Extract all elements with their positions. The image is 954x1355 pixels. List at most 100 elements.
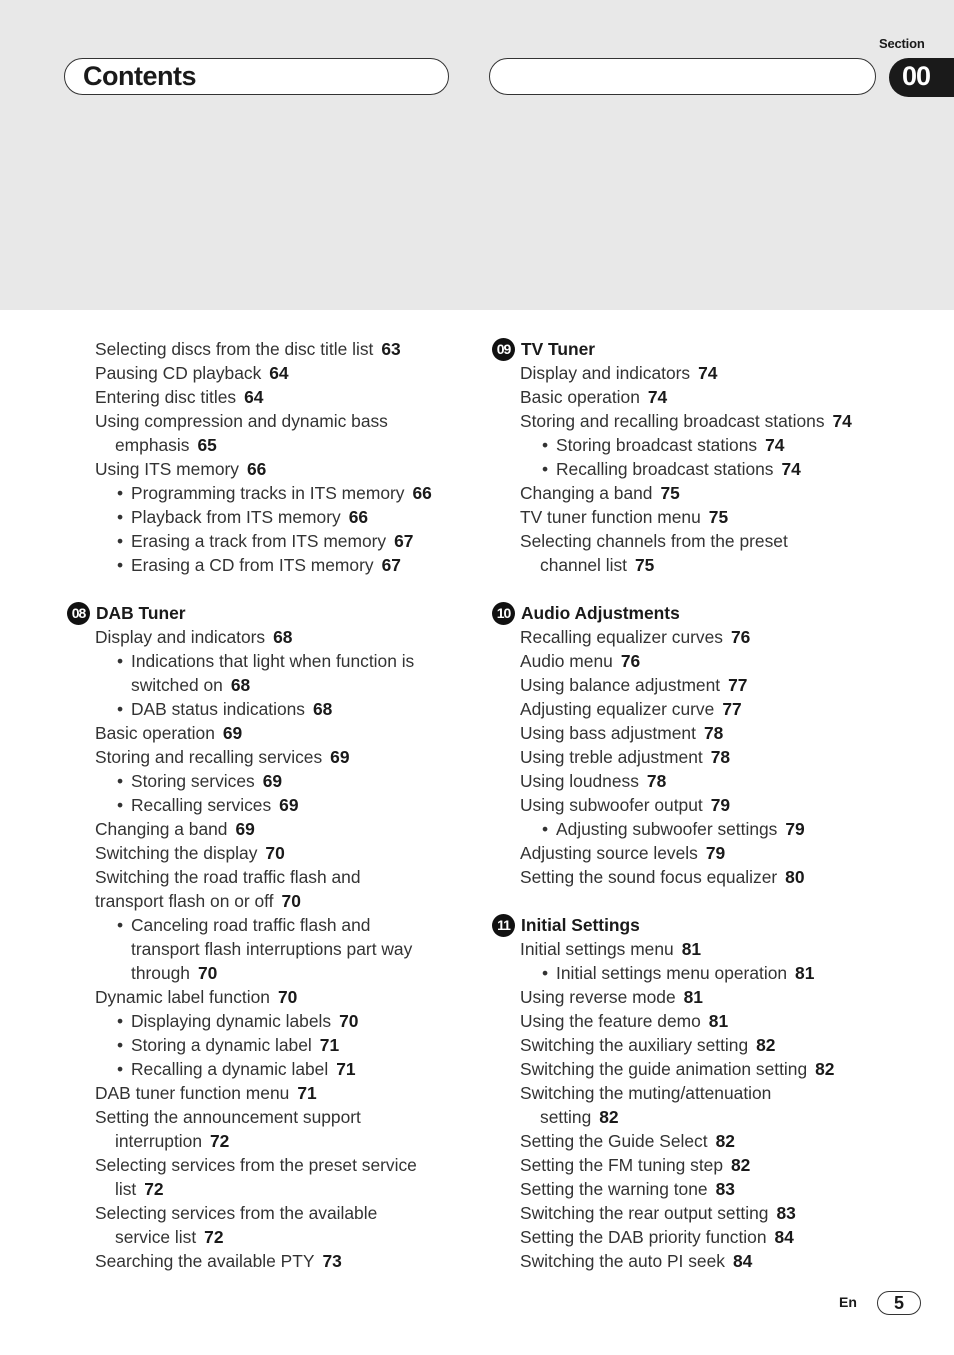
page-reference[interactable]: 76	[621, 651, 640, 671]
toc-entry[interactable]: TV tuner function menu 75	[492, 505, 892, 529]
toc-subentry[interactable]: • Storing broadcast stations 74	[492, 433, 892, 457]
page-reference[interactable]: 69	[263, 771, 282, 791]
toc-subentry[interactable]: • Erasing a track from ITS memory 67	[67, 529, 457, 553]
toc-entry-continuation[interactable]: service list 72	[67, 1225, 457, 1249]
page-reference[interactable]: 73	[322, 1251, 341, 1271]
toc-entry[interactable]: Using loudness 78	[492, 769, 892, 793]
page-reference[interactable]: 82	[731, 1155, 750, 1175]
page-reference[interactable]: 67	[394, 531, 413, 551]
page-reference[interactable]: 81	[682, 939, 701, 959]
toc-subentry[interactable]: • Recalling services 69	[67, 793, 457, 817]
page-reference[interactable]: 69	[235, 819, 254, 839]
toc-subentry[interactable]: • Erasing a CD from ITS memory 67	[67, 553, 457, 577]
toc-entry[interactable]: Switching the display 70	[67, 841, 457, 865]
toc-entry[interactable]: transport flash on or off 70	[67, 889, 457, 913]
page-reference[interactable]: 74	[765, 435, 784, 455]
page-reference[interactable]: 78	[711, 747, 730, 767]
page-reference[interactable]: 65	[197, 435, 216, 455]
page-reference[interactable]: 72	[210, 1131, 229, 1151]
toc-entry[interactable]: Audio menu 76	[492, 649, 892, 673]
toc-entry[interactable]: Adjusting equalizer curve 77	[492, 697, 892, 721]
page-reference[interactable]: 70	[339, 1011, 358, 1031]
chapter-heading[interactable]: 09 TV Tuner	[492, 337, 892, 361]
page-reference[interactable]: 79	[706, 843, 725, 863]
page-reference[interactable]: 78	[704, 723, 723, 743]
toc-entry[interactable]: Switching the auxiliary setting 82	[492, 1033, 892, 1057]
toc-entry-continuation[interactable]: switched on 68	[67, 673, 457, 697]
page-reference[interactable]: 63	[381, 339, 400, 359]
page-reference[interactable]: 82	[716, 1131, 735, 1151]
toc-entry[interactable]: Storing and recalling services 69	[67, 745, 457, 769]
toc-entry[interactable]: Searching the available PTY 73	[67, 1249, 457, 1273]
page-reference[interactable]: 66	[247, 459, 266, 479]
page-reference[interactable]: 71	[336, 1059, 355, 1079]
toc-entry[interactable]: Recalling equalizer curves 76	[492, 625, 892, 649]
toc-entry[interactable]: Selecting channels from the preset	[492, 529, 892, 553]
toc-entry[interactable]: Using treble adjustment 78	[492, 745, 892, 769]
toc-entry[interactable]: Setting the announcement support	[67, 1105, 457, 1129]
toc-entry[interactable]: Switching the guide animation setting 82	[492, 1057, 892, 1081]
page-reference[interactable]: 64	[269, 363, 288, 383]
toc-entry-continuation[interactable]: setting 82	[492, 1105, 892, 1129]
page-reference[interactable]: 64	[244, 387, 263, 407]
page-reference[interactable]: 69	[330, 747, 349, 767]
toc-subentry[interactable]: • Storing a dynamic label 71	[67, 1033, 457, 1057]
toc-subentry[interactable]: • Canceling road traffic flash and	[67, 913, 457, 937]
toc-entry[interactable]: Setting the sound focus equalizer 80	[492, 865, 892, 889]
page-reference[interactable]: 75	[709, 507, 728, 527]
chapter-heading[interactable]: 10 Audio Adjustments	[492, 601, 892, 625]
page-reference[interactable]: 69	[279, 795, 298, 815]
toc-entry-continuation[interactable]: list 72	[67, 1177, 457, 1201]
toc-entry[interactable]: Changing a band 75	[492, 481, 892, 505]
toc-entry-continuation[interactable]: channel list 75	[492, 553, 892, 577]
page-reference[interactable]: 77	[728, 675, 747, 695]
toc-entry[interactable]: Adjusting source levels 79	[492, 841, 892, 865]
toc-entry-continuation[interactable]: emphasis 65	[67, 433, 457, 457]
toc-entry[interactable]: Display and indicators 68	[67, 625, 457, 649]
toc-entry[interactable]: Selecting services from the available	[67, 1201, 457, 1225]
toc-entry[interactable]: Entering disc titles 64	[67, 385, 457, 409]
toc-subentry[interactable]: • Displaying dynamic labels 70	[67, 1009, 457, 1033]
toc-subentry[interactable]: • Indications that light when function is	[67, 649, 457, 673]
toc-entry[interactable]: Basic operation 69	[67, 721, 457, 745]
page-reference[interactable]: 81	[795, 963, 814, 983]
toc-entry-continuation[interactable]: through 70	[67, 961, 457, 985]
toc-entry[interactable]: Using bass adjustment 78	[492, 721, 892, 745]
toc-entry[interactable]: Using balance adjustment 77	[492, 673, 892, 697]
page-reference[interactable]: 71	[297, 1083, 316, 1103]
page-reference[interactable]: 66	[412, 483, 431, 503]
page-reference[interactable]: 82	[815, 1059, 834, 1079]
page-reference[interactable]: 78	[647, 771, 666, 791]
toc-subentry[interactable]: • DAB status indications 68	[67, 697, 457, 721]
toc-entry[interactable]: Display and indicators 74	[492, 361, 892, 385]
toc-subentry[interactable]: • Storing services 69	[67, 769, 457, 793]
page-reference[interactable]: 68	[313, 699, 332, 719]
toc-entry[interactable]: Using the feature demo 81	[492, 1009, 892, 1033]
page-reference[interactable]: 71	[320, 1035, 339, 1055]
page-reference[interactable]: 74	[648, 387, 667, 407]
page-reference[interactable]: 84	[775, 1227, 794, 1247]
page-reference[interactable]: 70	[198, 963, 217, 983]
toc-entry-continuation[interactable]: interruption 72	[67, 1129, 457, 1153]
toc-entry[interactable]: Using subwoofer output 79	[492, 793, 892, 817]
page-reference[interactable]: 69	[223, 723, 242, 743]
page-reference[interactable]: 81	[709, 1011, 728, 1031]
page-reference[interactable]: 82	[756, 1035, 775, 1055]
page-reference[interactable]: 76	[731, 627, 750, 647]
toc-entry[interactable]: Basic operation 74	[492, 385, 892, 409]
toc-subentry[interactable]: • Recalling broadcast stations 74	[492, 457, 892, 481]
toc-entry[interactable]: Switching the muting/attenuation	[492, 1081, 892, 1105]
toc-entry[interactable]: Storing and recalling broadcast stations…	[492, 409, 892, 433]
toc-entry[interactable]: DAB tuner function menu 71	[67, 1081, 457, 1105]
page-reference[interactable]: 66	[349, 507, 368, 527]
toc-entry[interactable]: Dynamic label function 70	[67, 985, 457, 1009]
page-reference[interactable]: 80	[785, 867, 804, 887]
toc-entry[interactable]: Setting the warning tone 83	[492, 1177, 892, 1201]
toc-entry[interactable]: Selecting services from the preset servi…	[67, 1153, 457, 1177]
page-reference[interactable]: 82	[599, 1107, 618, 1127]
toc-entry[interactable]: Switching the rear output setting 83	[492, 1201, 892, 1225]
page-reference[interactable]: 84	[733, 1251, 752, 1271]
page-reference[interactable]: 74	[833, 411, 852, 431]
page-reference[interactable]: 72	[144, 1179, 163, 1199]
page-reference[interactable]: 81	[684, 987, 703, 1007]
